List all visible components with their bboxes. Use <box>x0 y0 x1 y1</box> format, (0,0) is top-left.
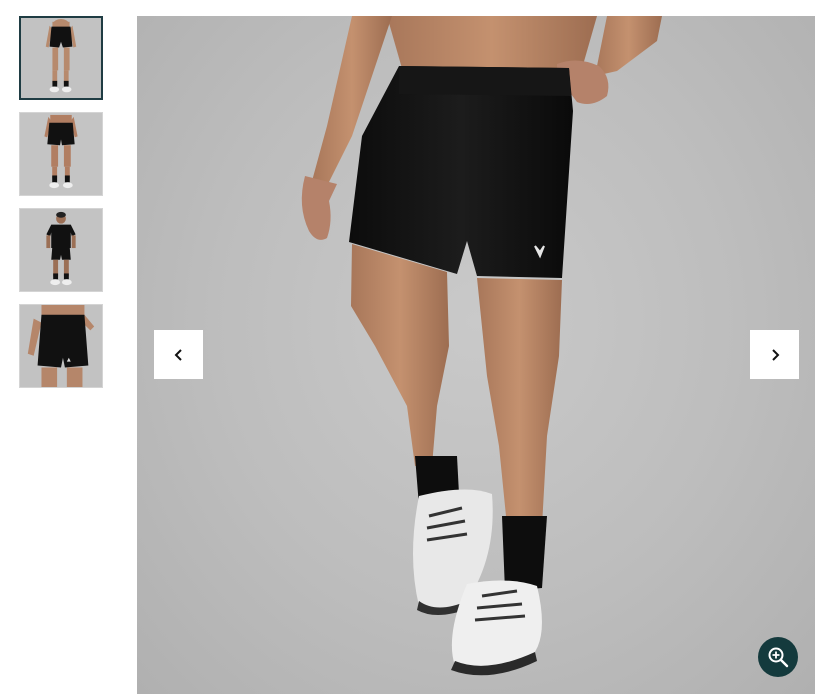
thumbnail-strip <box>19 16 105 400</box>
full-body-front-icon <box>21 18 101 98</box>
thumbnail-1[interactable] <box>19 16 103 100</box>
thumbnail-4[interactable] <box>19 304 103 388</box>
shorts-closeup-icon <box>20 305 102 387</box>
next-image-button[interactable] <box>750 330 799 379</box>
thumbnail-2[interactable] <box>19 112 103 196</box>
main-product-image[interactable]: model wearing black running shorts, blac… <box>137 16 815 694</box>
chevron-left-icon <box>174 348 182 361</box>
zoom-button[interactable] <box>758 637 798 677</box>
zoom-in-icon <box>768 647 789 668</box>
product-image-gallery: model wearing black running shorts, blac… <box>0 0 817 700</box>
full-body-back-icon <box>20 113 102 195</box>
full-body-tshirt-icon <box>20 209 102 291</box>
thumbnail-3[interactable] <box>19 208 103 292</box>
chevron-right-icon <box>771 348 779 361</box>
previous-image-button[interactable] <box>154 330 203 379</box>
model-photo <box>301 16 662 676</box>
